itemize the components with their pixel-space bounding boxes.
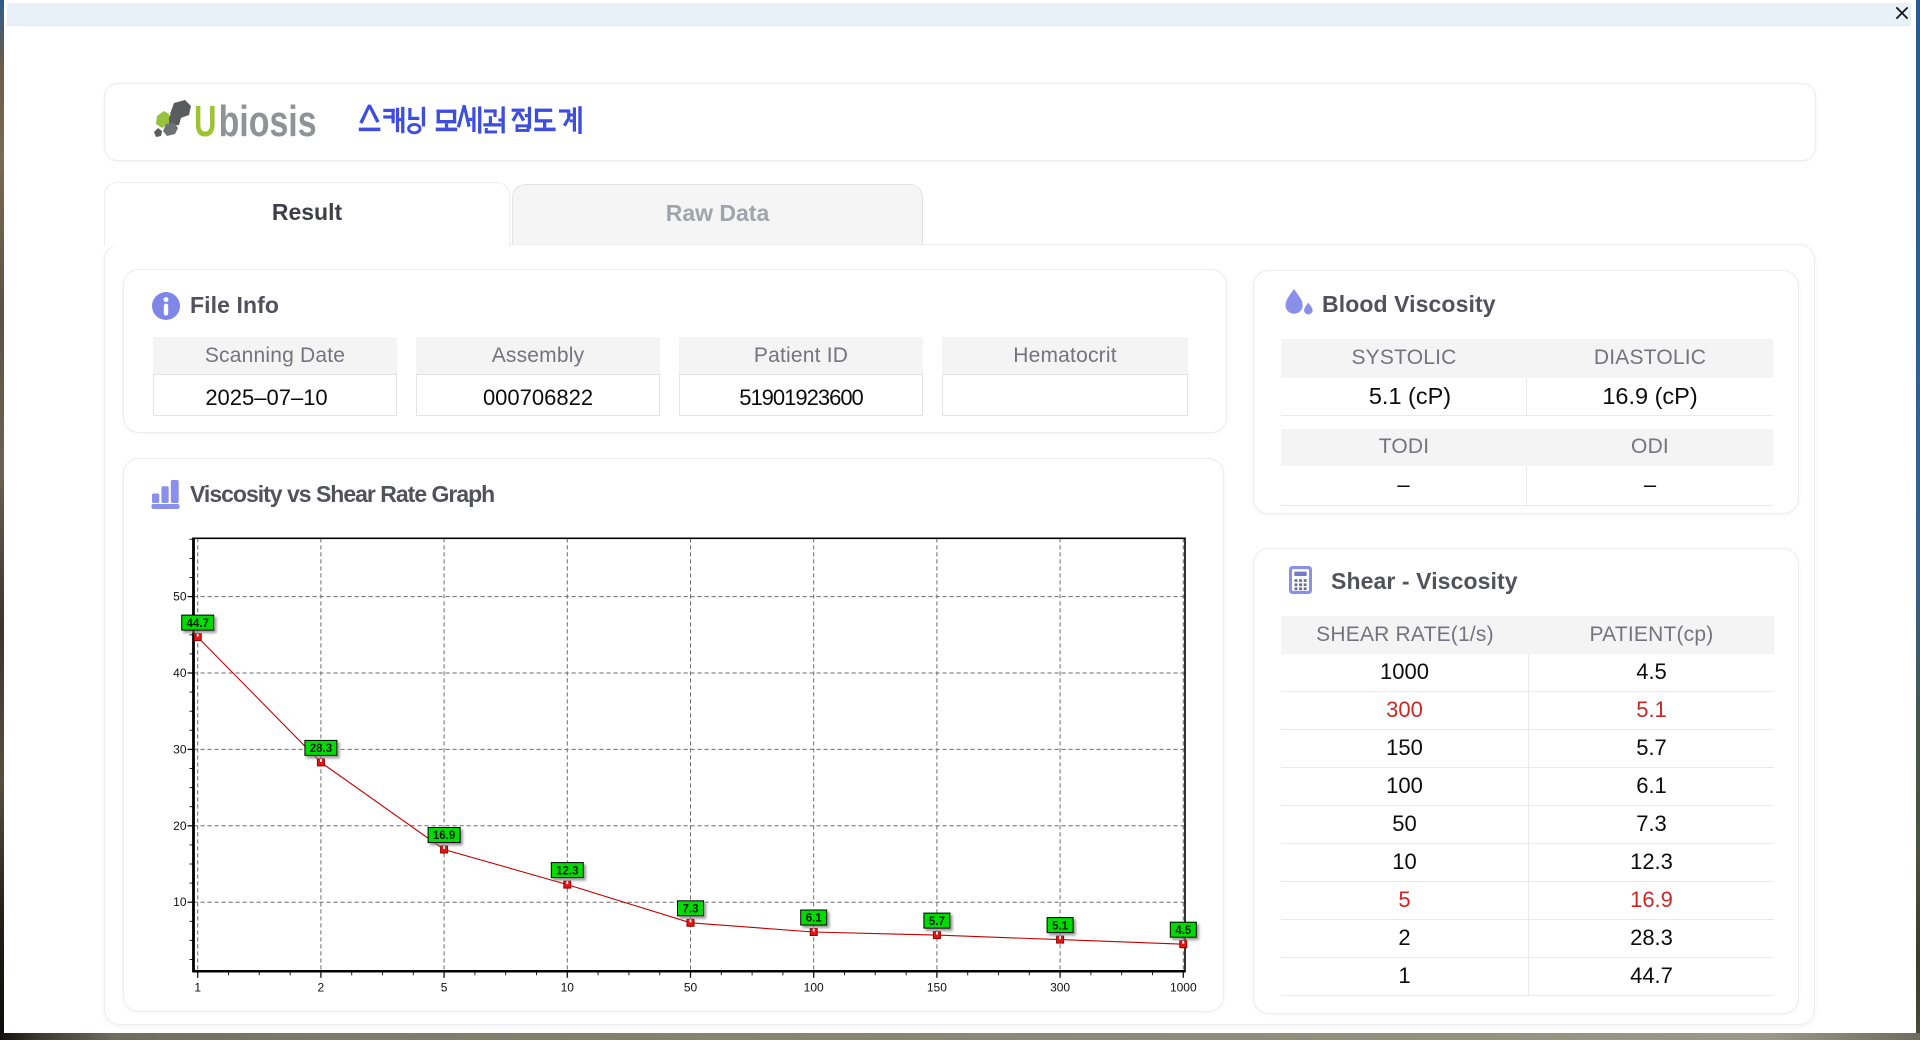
svg-text:40: 40 <box>173 666 187 680</box>
svg-text:150: 150 <box>927 980 947 994</box>
svg-text:4.5: 4.5 <box>1175 925 1192 937</box>
svg-text:28.3: 28.3 <box>310 743 332 755</box>
svg-text:50: 50 <box>684 980 698 994</box>
svg-text:5.7: 5.7 <box>929 916 945 928</box>
svg-text:16.9: 16.9 <box>433 830 455 842</box>
svg-text:2: 2 <box>318 980 325 994</box>
svg-text:44.7: 44.7 <box>187 618 209 630</box>
svg-text:50: 50 <box>173 590 187 604</box>
svg-text:12.3: 12.3 <box>556 865 578 877</box>
svg-text:1: 1 <box>194 980 201 994</box>
svg-text:20: 20 <box>173 819 187 833</box>
svg-text:30: 30 <box>173 742 187 756</box>
svg-text:1000: 1000 <box>1170 980 1197 994</box>
svg-text:U: U <box>194 98 217 142</box>
svg-text:300: 300 <box>1050 980 1070 994</box>
svg-text:100: 100 <box>804 980 824 994</box>
svg-text:5.1: 5.1 <box>1052 920 1069 932</box>
svg-text:6.1: 6.1 <box>806 913 823 925</box>
svg-text:10: 10 <box>561 980 575 994</box>
svg-text:10: 10 <box>173 895 187 909</box>
svg-text:7.3: 7.3 <box>683 904 699 916</box>
svg-text:biosis: biosis <box>219 98 317 142</box>
svg-text:5: 5 <box>441 980 448 994</box>
